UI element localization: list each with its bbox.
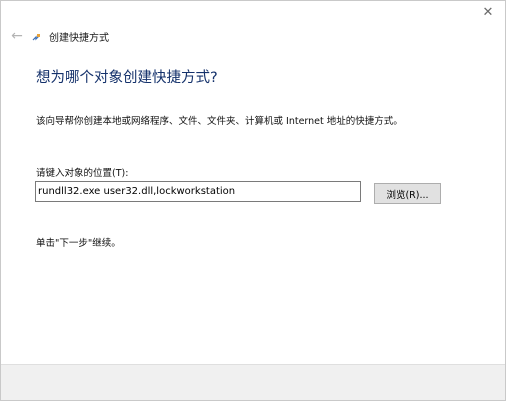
browse-button[interactable]: 浏览(R)... (374, 183, 441, 204)
location-field-label: 请键入对象的位置(T): (36, 168, 129, 179)
close-button[interactable]: ✕ (477, 4, 499, 22)
page-heading: 想为哪个对象创建快捷方式? (36, 70, 218, 86)
create-shortcut-window: ✕ ← 创建快捷方式 想为哪个对象创建快捷方式? 该向导帮你创建本地或网络程序、… (0, 0, 506, 401)
back-button[interactable]: ← (7, 26, 27, 46)
back-arrow-icon: ← (11, 28, 23, 44)
title-bar: ✕ (1, 1, 505, 31)
location-input[interactable] (35, 181, 361, 202)
wizard-description: 该向导帮你创建本地或网络程序、文件、文件夹、计算机或 Internet 地址的快… (36, 116, 403, 127)
shortcut-wizard-icon (32, 34, 40, 41)
close-icon: ✕ (482, 5, 494, 20)
wizard-footer (1, 364, 505, 400)
next-step-hint: 单击"下一步"继续。 (36, 238, 121, 249)
wizard-title: 创建快捷方式 (49, 33, 109, 44)
